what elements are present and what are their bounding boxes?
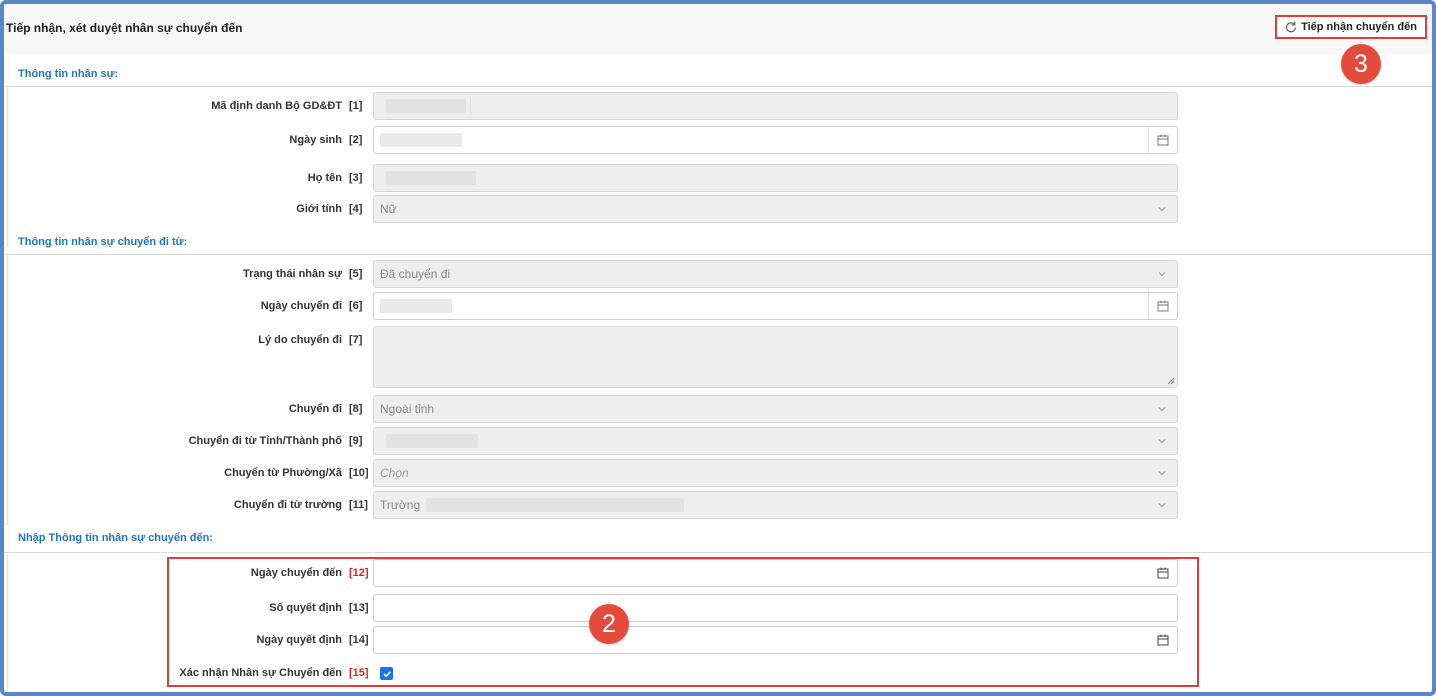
chevron-down-icon	[1158, 407, 1166, 412]
field-number: [9]	[349, 435, 363, 447]
field-label: Lý do chuyển đi	[258, 334, 342, 346]
redacted-value	[380, 133, 462, 147]
gender-value: Nữ	[380, 202, 397, 216]
receive-transfer-label: Tiếp nhận chuyển đến	[1301, 21, 1417, 33]
calendar-icon[interactable]	[1157, 567, 1169, 579]
app-frame: Tiếp nhận, xét duyệt nhân sự chuyển đến …	[0, 0, 1436, 696]
field-number: [13]	[349, 602, 369, 614]
transfer-school-value: Trường	[380, 498, 421, 512]
field-number: [4]	[349, 203, 363, 215]
field-number: [14]	[349, 634, 369, 646]
chevron-down-icon	[1158, 439, 1166, 444]
field-label: Ngày chuyển đến	[250, 567, 342, 579]
receive-transfer-button[interactable]: Tiếp nhận chuyển đến	[1275, 15, 1427, 39]
chevron-down-icon	[1158, 471, 1166, 476]
transfer-reason-textarea[interactable]	[373, 326, 1178, 388]
section-left-border	[7, 87, 8, 247]
resize-handle-icon[interactable]	[1167, 377, 1175, 385]
field-label: Xác nhận Nhân sự Chuyển đến	[179, 667, 342, 679]
field-number: [11]	[349, 499, 368, 511]
field-number: [10]	[349, 467, 369, 479]
refresh-icon	[1286, 21, 1297, 33]
field-label: Chuyển đi từ Tỉnh/Thành phố	[188, 435, 342, 447]
section-transfer-from-title: Thông tin nhân sự chuyển đi từ:	[18, 236, 188, 248]
redacted-value	[426, 498, 685, 512]
chevron-down-icon	[1158, 503, 1166, 508]
transfer-in-date-field[interactable]	[373, 559, 1178, 587]
calendar-icon[interactable]	[1157, 634, 1169, 646]
chevron-down-icon	[1158, 207, 1166, 212]
section-divider	[4, 254, 1432, 255]
field-label: Trạng thái nhân sự	[242, 268, 342, 280]
field-label: Họ tên	[307, 172, 342, 184]
page-title: Tiếp nhận, xét duyệt nhân sự chuyển đến	[6, 21, 243, 35]
transfer-out-date-field[interactable]	[373, 292, 1178, 320]
confirm-transfer-checkbox[interactable]	[380, 667, 393, 680]
field-label: Ngày quyết định	[256, 634, 342, 646]
full-name-field[interactable]	[373, 164, 1178, 192]
decision-date-field[interactable]	[373, 626, 1178, 654]
section-personal-title: Thông tin nhân sự:	[18, 68, 119, 80]
checkmark-icon	[382, 670, 391, 677]
staff-status-select[interactable]: Đã chuyển đi	[373, 260, 1178, 288]
redacted-value	[386, 434, 478, 448]
section-left-border	[7, 255, 8, 525]
field-number-required: [12]	[349, 567, 369, 579]
section-left-border	[7, 553, 8, 692]
field-divider	[1148, 127, 1149, 153]
field-number: [1]	[349, 100, 363, 112]
field-label: Chuyển đi	[288, 403, 342, 415]
redacted-value	[386, 99, 466, 113]
section-divider	[4, 552, 1432, 553]
field-label: Chuyển từ Phường/Xã	[224, 467, 342, 479]
text-cursor	[470, 97, 471, 115]
transfer-province-select[interactable]	[373, 427, 1178, 455]
transfer-school-select[interactable]: Trường	[373, 491, 1178, 519]
step-marker-3: 3	[1341, 44, 1381, 84]
birth-date-field[interactable]	[373, 126, 1178, 154]
gender-select[interactable]: Nữ	[373, 195, 1178, 223]
transfer-type-value: Ngoài tỉnh	[380, 402, 435, 416]
step-marker-2: 2	[589, 604, 629, 644]
field-label: Mã định danh Bộ GD&ĐT	[211, 100, 342, 112]
field-number: [6]	[349, 300, 363, 312]
redacted-value	[386, 171, 476, 185]
field-number: [2]	[349, 134, 363, 146]
decision-number-input[interactable]	[373, 594, 1178, 622]
calendar-icon[interactable]	[1157, 134, 1169, 146]
chevron-down-icon	[1158, 272, 1166, 277]
field-label: Ngày sinh	[289, 134, 342, 146]
field-number: [5]	[349, 268, 363, 280]
field-label: Số quyết định	[269, 602, 342, 614]
field-number: [8]	[349, 403, 363, 415]
staff-status-value: Đã chuyển đi	[380, 267, 451, 281]
field-number: [3]	[349, 172, 363, 184]
field-label: Chuyển đi từ trường	[233, 499, 342, 511]
transfer-ward-placeholder: Chọn	[380, 466, 409, 480]
field-number-required: [15]	[349, 667, 369, 679]
page-header: Tiếp nhận, xét duyệt nhân sự chuyển đến …	[4, 4, 1432, 54]
field-label: Giới tính	[296, 203, 342, 215]
field-label: Ngày chuyển đi	[260, 300, 342, 312]
staff-id-field[interactable]	[373, 92, 1178, 120]
calendar-icon[interactable]	[1157, 300, 1169, 312]
redacted-value	[380, 299, 452, 313]
transfer-type-select[interactable]: Ngoài tỉnh	[373, 395, 1178, 423]
section-transfer-to-title: Nhập Thông tin nhân sự chuyển đến:	[18, 532, 213, 544]
transfer-ward-select[interactable]: Chọn	[373, 459, 1178, 487]
section-divider	[4, 86, 1432, 87]
field-number: [7]	[349, 334, 363, 346]
field-divider	[1148, 293, 1149, 319]
